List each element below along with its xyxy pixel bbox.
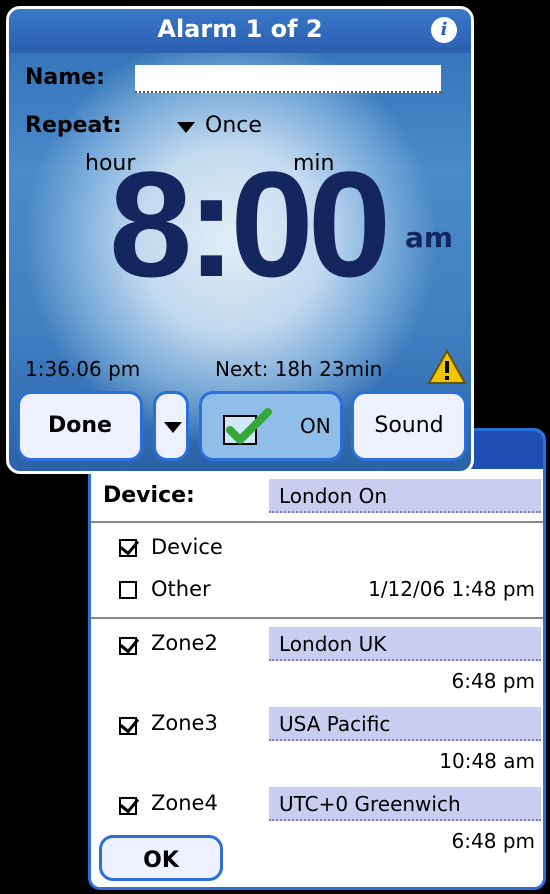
repeat-label: Repeat: [25,113,122,138]
device-field[interactable]: London On [269,479,541,513]
next-alarm: Next: 18h 23min [215,357,383,381]
zone4-label: Zone4 [151,791,218,815]
zone3-checkbox[interactable] [119,717,137,735]
name-field[interactable] [135,65,441,93]
zone4-field[interactable]: UTC+0 Greenwich [269,787,541,821]
zone2-checkbox[interactable] [119,637,137,655]
ok-button[interactable]: OK [99,835,223,881]
dropdown-arrow-icon[interactable] [177,122,195,133]
current-time: 1:36.06 pm [25,357,141,381]
done-button[interactable]: Done [17,391,143,461]
zone2-label: Zone2 [151,631,218,655]
warning-icon [427,349,467,384]
sound-button[interactable]: Sound [351,391,467,461]
other-checkbox[interactable] [119,581,137,599]
zone3-label: Zone3 [151,711,218,735]
name-label: Name: [25,65,105,90]
repeat-value[interactable]: Once [205,113,262,138]
divider [91,521,543,523]
device-option-label: Device [151,535,223,559]
ampm-toggle[interactable]: am [405,221,453,254]
timezone-window: Device: London On Device Other 1/12/06 1… [88,428,546,890]
alarm-title: Alarm 1 of 2 [157,15,323,43]
on-label: ON [300,414,331,438]
info-icon[interactable]: i [431,17,457,43]
zone4-checkbox[interactable] [119,797,137,815]
zone4-time: 6:48 pm [451,829,535,853]
alarm-window: Alarm 1 of 2 i Name: Repeat: Once hour m… [6,6,474,474]
check-icon [223,408,272,445]
zone2-time: 6:48 pm [451,669,535,693]
zone3-time: 10:48 am [439,749,535,773]
device-checkbox[interactable] [119,539,137,557]
zone2-field[interactable]: London UK [269,627,541,661]
device-label: Device: [103,483,195,508]
alarm-titlebar: Alarm 1 of 2 i [9,9,471,53]
zone3-field[interactable]: USA Pacific [269,707,541,741]
divider [91,617,543,619]
on-toggle-button[interactable]: ON [199,391,343,461]
datetime-value[interactable]: 1/12/06 1:48 pm [368,577,535,601]
other-option-label: Other [151,577,211,601]
alarm-time[interactable]: 8:00 [109,149,391,299]
alarm-menu-button[interactable] [153,391,189,461]
